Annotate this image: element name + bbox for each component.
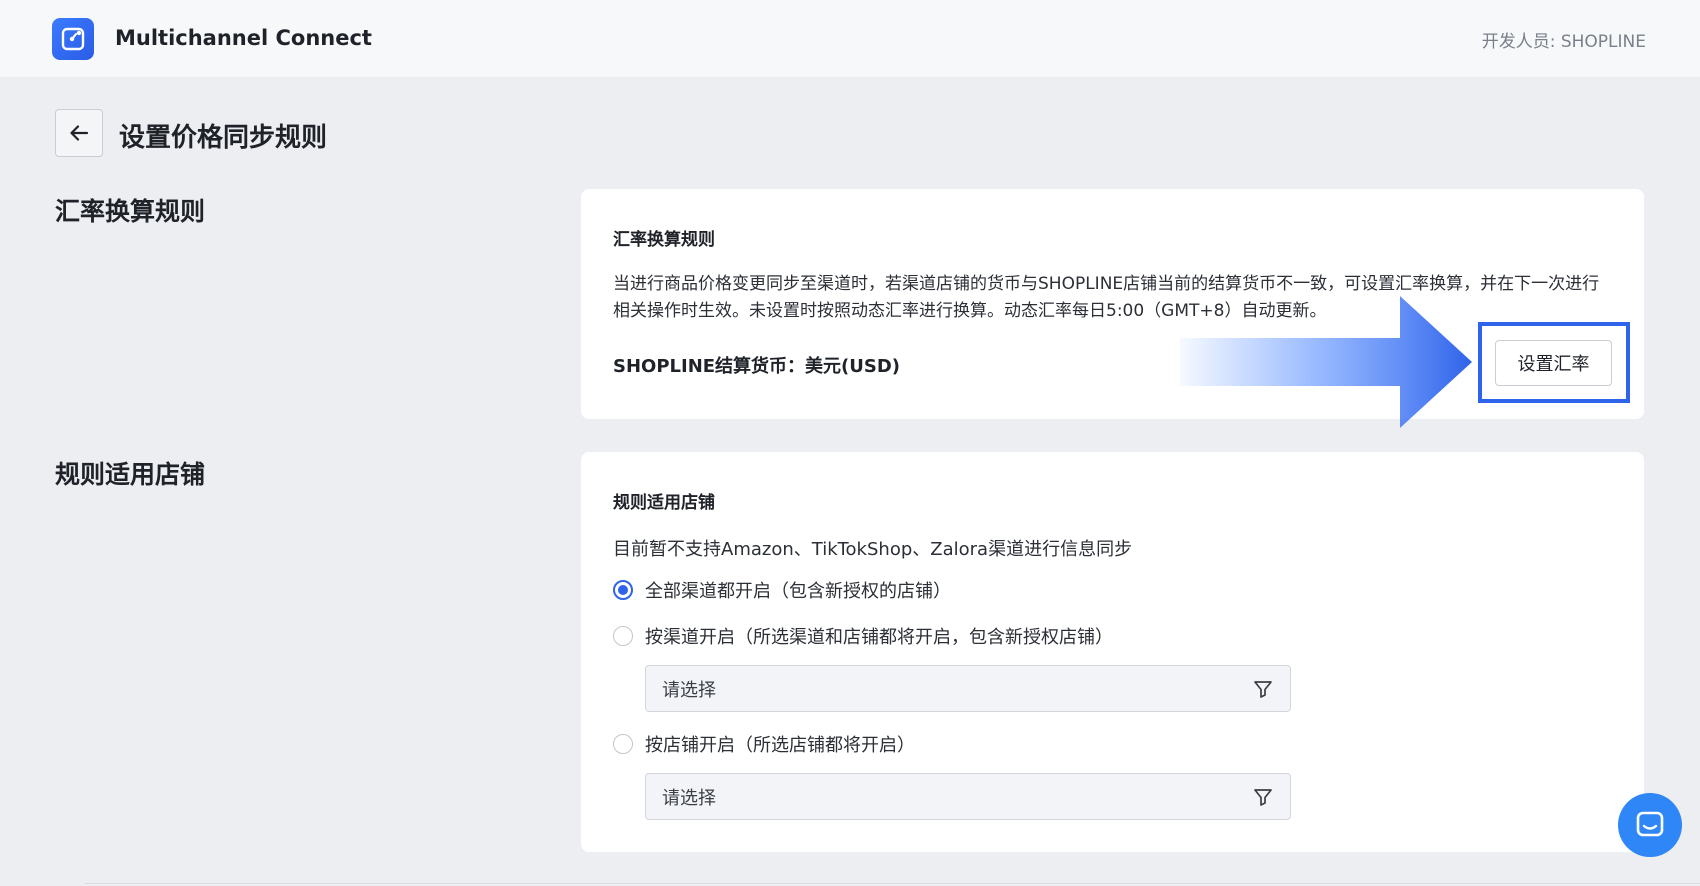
stores-card-title: 规则适用店铺 bbox=[613, 493, 715, 513]
store-select[interactable]: 请选择 bbox=[645, 773, 1291, 820]
back-button[interactable] bbox=[55, 109, 103, 157]
chat-support-button[interactable] bbox=[1618, 793, 1682, 857]
radio-all-channels[interactable]: 全部渠道都开启（包含新授权的店铺） bbox=[613, 577, 951, 603]
radio-button[interactable] bbox=[613, 626, 633, 646]
stores-card: 规则适用店铺 目前暂不支持Amazon、TikTokShop、Zalora渠道进… bbox=[581, 452, 1644, 852]
app-name: Multichannel Connect bbox=[115, 26, 372, 50]
arrow-left-icon bbox=[70, 125, 89, 141]
developer-label: 开发人员: SHOPLINE bbox=[1481, 32, 1646, 52]
select-placeholder: 请选择 bbox=[662, 679, 716, 701]
radio-button[interactable] bbox=[613, 580, 633, 600]
top-bar: Multichannel Connect 开发人员: SHOPLINE bbox=[0, 0, 1700, 77]
select-placeholder: 请选择 bbox=[662, 787, 716, 809]
filter-icon bbox=[1254, 788, 1272, 806]
radio-button[interactable] bbox=[613, 734, 633, 754]
radio-by-store[interactable]: 按店铺开启（所选店铺都将开启） bbox=[613, 731, 915, 757]
radio-label: 按渠道开启（所选渠道和店铺都将开启，包含新授权店铺） bbox=[645, 627, 1113, 648]
divider bbox=[85, 883, 1700, 884]
channel-select[interactable]: 请选择 bbox=[645, 665, 1291, 712]
radio-label: 全部渠道都开启（包含新授权的店铺） bbox=[645, 581, 951, 602]
exchange-card-title: 汇率换算规则 bbox=[613, 230, 715, 250]
exchange-section-label: 汇率换算规则 bbox=[55, 197, 206, 226]
chat-bubble-icon bbox=[1636, 811, 1664, 837]
radio-label: 按店铺开启（所选店铺都将开启） bbox=[645, 735, 915, 756]
settlement-currency: SHOPLINE结算货币：美元(USD) bbox=[613, 356, 901, 377]
filter-icon bbox=[1254, 680, 1272, 698]
exchange-description: 当进行商品价格变更同步至渠道时，若渠道店铺的货币与SHOPLINE店铺当前的结算… bbox=[613, 274, 1600, 321]
radio-by-channel[interactable]: 按渠道开启（所选渠道和店铺都将开启，包含新授权店铺） bbox=[613, 623, 1113, 649]
set-exchange-rate-button[interactable]: 设置汇率 bbox=[1495, 340, 1612, 386]
unsupported-channels-note: 目前暂不支持Amazon、TikTokShop、Zalora渠道进行信息同步 bbox=[613, 539, 1133, 560]
stores-section-label: 规则适用店铺 bbox=[55, 460, 206, 489]
page-title: 设置价格同步规则 bbox=[119, 123, 328, 153]
app-logo-icon bbox=[52, 18, 94, 60]
